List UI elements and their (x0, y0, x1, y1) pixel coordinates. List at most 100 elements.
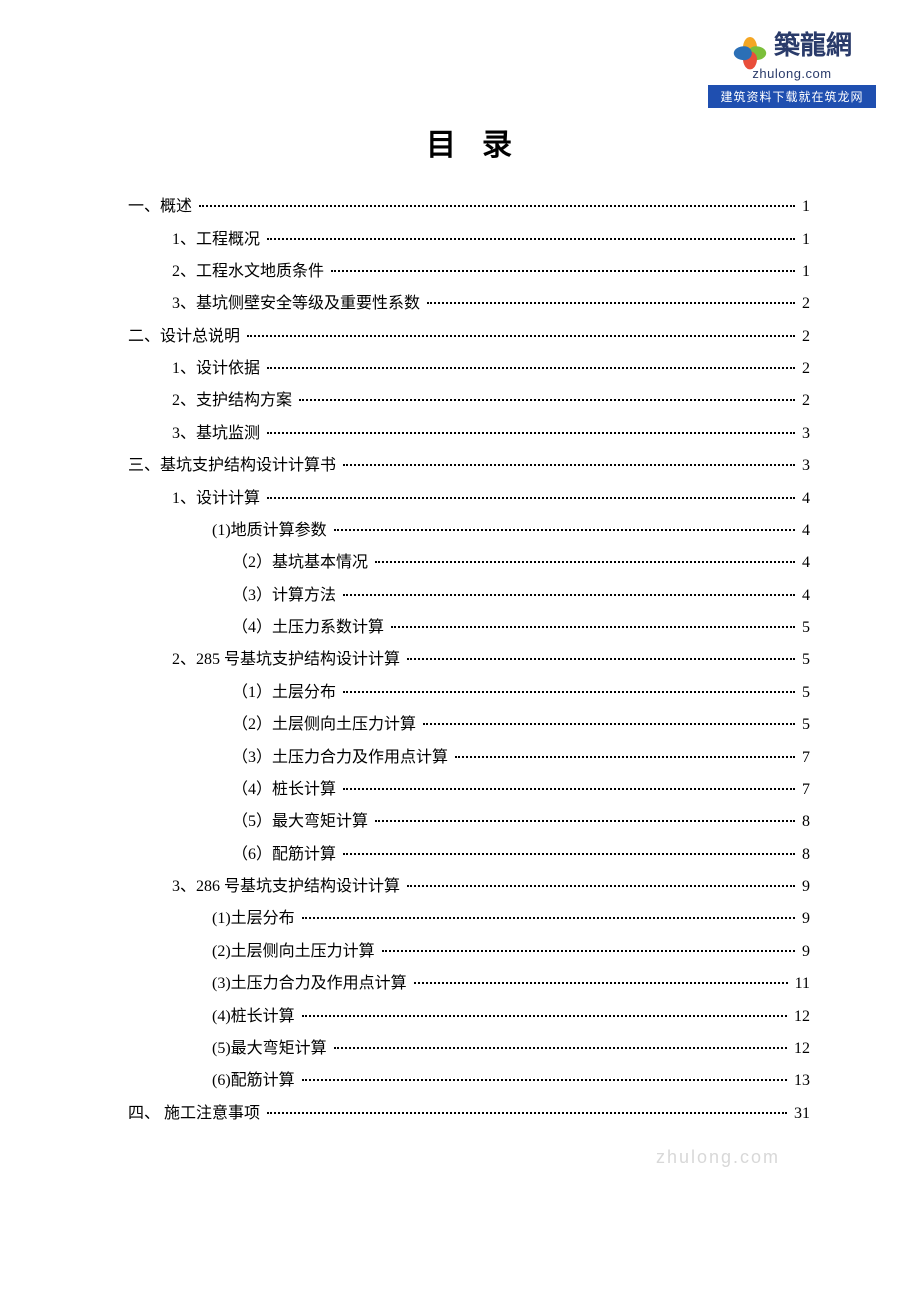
toc-page: 5 (798, 620, 810, 636)
toc-page: 1 (798, 232, 810, 248)
toc-row: （4）土压力系数计算 5 (128, 613, 810, 643)
toc-label: （1）土层分布 (232, 685, 340, 701)
toc-leader (427, 302, 795, 304)
toc-row: （3）土压力合力及作用点计算 7 (128, 742, 810, 772)
toc-leader (375, 820, 795, 822)
toc-label: 三、基坑支护结构设计计算书 (128, 458, 340, 474)
toc-page: 1 (798, 199, 810, 215)
toc-row: (6)配筋计算13 (128, 1066, 810, 1096)
toc-label: 2、285 号基坑支护结构设计计算 (172, 652, 404, 668)
toc-leader (267, 1112, 787, 1114)
toc-leader (302, 1015, 787, 1017)
toc-label: 1、设计依据 (172, 361, 264, 377)
toc-page: 3 (798, 426, 810, 442)
toc-label: 2、支护结构方案 (172, 393, 296, 409)
toc-page: 2 (798, 296, 810, 312)
toc-row: （2）基坑基本情况4 (128, 548, 810, 578)
logo-banner: 建筑资料下载就在筑龙网 (708, 85, 876, 108)
toc-page: 4 (798, 491, 810, 507)
toc-page: 2 (798, 329, 810, 345)
toc-page: 1 (798, 264, 810, 280)
toc-row: 一、概述1 (128, 192, 810, 222)
toc-page: 31 (790, 1106, 810, 1122)
toc-leader (343, 788, 795, 790)
toc-page: 4 (798, 523, 810, 539)
toc-label: （6）配筋计算 (232, 847, 340, 863)
logo-brand-en: zhulong.com (708, 66, 876, 81)
toc-page: 11 (791, 976, 810, 992)
toc-leader (414, 982, 788, 984)
toc-row: 四、 施工注意事项 31 (128, 1099, 810, 1129)
toc-leader (267, 238, 795, 240)
toc-label: 3、基坑监测 (172, 426, 264, 442)
toc-leader (199, 205, 795, 207)
pinwheel-icon (732, 28, 768, 64)
toc-page: 2 (798, 393, 810, 409)
toc-row: (2)土层侧向土压力计算 9 (128, 937, 810, 967)
toc-row: （6）配筋计算 8 (128, 840, 810, 870)
toc-label: 3、286 号基坑支护结构设计计算 (172, 879, 404, 895)
toc-page: 8 (798, 814, 810, 830)
toc-page: 7 (798, 750, 810, 766)
toc-label: 3、基坑侧壁安全等级及重要性系数 (172, 296, 424, 312)
toc-label: (1)土层分布 (212, 911, 299, 927)
toc-row: 2、工程水文地质条件1 (128, 257, 810, 287)
toc-label: 1、设计计算 (172, 491, 264, 507)
toc-page: 9 (798, 879, 810, 895)
toc-page: 8 (798, 847, 810, 863)
toc-row: (4)桩长计算 12 (128, 1001, 810, 1031)
toc-label: （2）土层侧向土压力计算 (232, 717, 420, 733)
toc-leader (267, 497, 795, 499)
toc-row: 1、设计计算 4 (128, 483, 810, 513)
toc-leader (343, 594, 795, 596)
toc-row: （2）土层侧向土压力计算5 (128, 710, 810, 740)
toc-row: 三、基坑支护结构设计计算书3 (128, 451, 810, 481)
toc-leader (267, 432, 795, 434)
toc-leader (455, 756, 795, 758)
toc-leader (334, 529, 795, 531)
table-of-contents: 一、概述11、工程概况12、工程水文地质条件13、基坑侧壁安全等级及重要性系数2… (128, 192, 810, 1129)
page-title: 目录 (154, 120, 810, 164)
toc-leader (334, 1047, 787, 1049)
toc-page: 7 (798, 782, 810, 798)
toc-row: (1)土层分布9 (128, 904, 810, 934)
toc-leader (375, 561, 795, 563)
toc-row: 2、285 号基坑支护结构设计计算 5 (128, 645, 810, 675)
toc-row: 3、286 号基坑支护结构设计计算 9 (128, 872, 810, 902)
toc-row: 3、基坑侧壁安全等级及重要性系数 2 (128, 289, 810, 319)
toc-page: 4 (798, 588, 810, 604)
toc-page: 12 (790, 1041, 810, 1057)
toc-page: 12 (790, 1009, 810, 1025)
toc-leader (391, 626, 795, 628)
toc-leader (343, 691, 795, 693)
toc-page: 5 (798, 685, 810, 701)
toc-leader (299, 399, 795, 401)
toc-label: 四、 施工注意事项 (128, 1106, 264, 1122)
toc-label: (2)土层侧向土压力计算 (212, 944, 379, 960)
document-page: 築龍網 zhulong.com 建筑资料下载就在筑龙网 目录 一、概述11、工程… (0, 0, 920, 1302)
toc-label: （3）土压力合力及作用点计算 (232, 750, 452, 766)
toc-row: （3）计算方法4 (128, 581, 810, 611)
toc-row: (5)最大弯矩计算 12 (128, 1034, 810, 1064)
toc-page: 2 (798, 361, 810, 377)
toc-leader (343, 464, 795, 466)
toc-page: 5 (798, 652, 810, 668)
toc-label: （5）最大弯矩计算 (232, 814, 372, 830)
toc-row: (1)地质计算参数4 (128, 516, 810, 546)
toc-label: (6)配筋计算 (212, 1073, 299, 1089)
toc-label: (3)土压力合力及作用点计算 (212, 976, 411, 992)
toc-leader (407, 658, 795, 660)
toc-label: (5)最大弯矩计算 (212, 1041, 331, 1057)
toc-row: 1、设计依据 2 (128, 354, 810, 384)
toc-leader (302, 1079, 787, 1081)
toc-page: 9 (798, 944, 810, 960)
site-logo: 築龍網 zhulong.com 建筑资料下载就在筑龙网 (708, 28, 876, 108)
toc-row: 二、设计总说明2 (128, 322, 810, 352)
toc-label: (4)桩长计算 (212, 1009, 299, 1025)
toc-label: （4）桩长计算 (232, 782, 340, 798)
toc-label: （4）土压力系数计算 (232, 620, 388, 636)
toc-label: （2）基坑基本情况 (232, 555, 372, 571)
toc-leader (343, 853, 795, 855)
logo-top-row: 築龍網 (708, 28, 876, 64)
toc-leader (267, 367, 795, 369)
